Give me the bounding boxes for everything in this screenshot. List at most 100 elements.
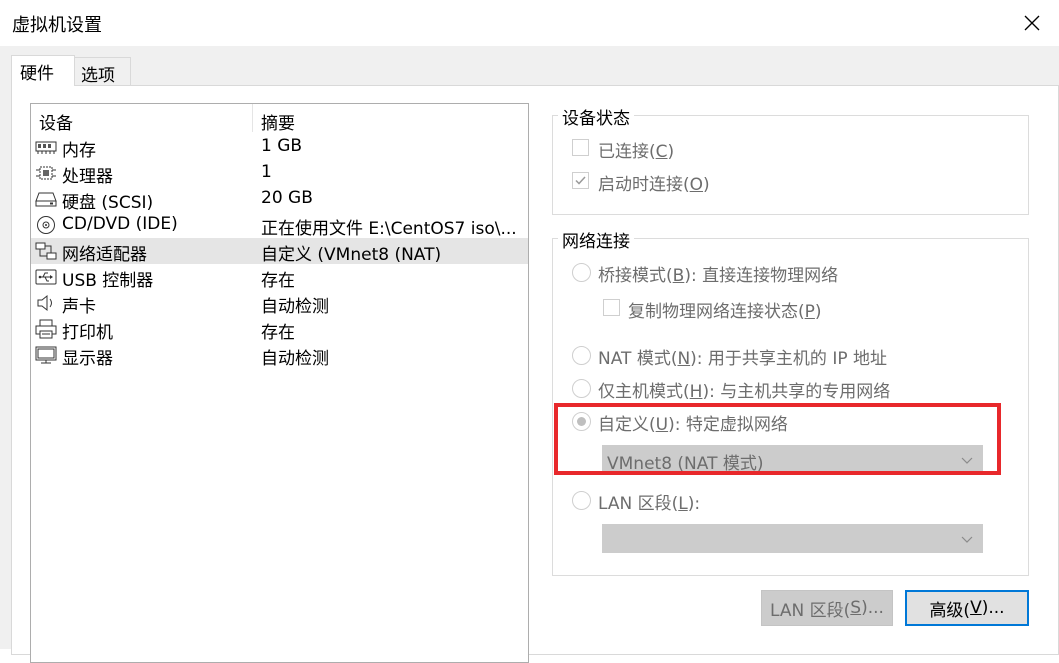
device-summary: 自动检测: [261, 297, 329, 317]
bridged-radio[interactable]: [572, 263, 591, 282]
lan-segment-radio[interactable]: [572, 491, 591, 510]
custom-label[interactable]: 自定义(U): 特定虚拟网络: [598, 410, 788, 435]
button-text: )...: [861, 598, 884, 618]
label-text: 复制物理网络连接状态(: [628, 302, 805, 322]
network-adapter-icon: [35, 242, 57, 260]
device-name: 硬盘 (SCSI): [62, 193, 154, 213]
processor-icon: [36, 166, 56, 180]
hard-disk-icon: [35, 192, 57, 207]
label-text: ): [667, 142, 675, 162]
label-text: LAN 区段(: [598, 494, 679, 514]
device-row-sound-card[interactable]: 声卡 自动检测: [31, 290, 528, 317]
lan-segment-select[interactable]: [602, 524, 983, 553]
label-text: 桥接模式(: [598, 266, 673, 286]
replicate-state-label[interactable]: 复制物理网络连接状态(P): [628, 297, 822, 322]
device-row-memory[interactable]: 内存 1 GB: [31, 134, 528, 161]
column-header-device[interactable]: 设备: [39, 109, 73, 134]
memory-icon: [35, 141, 57, 154]
label-text: 仅主机模式(: [598, 382, 690, 402]
usb-icon: [35, 269, 57, 285]
access-key: V: [970, 598, 982, 618]
tab-hardware[interactable]: 硬件: [11, 55, 75, 86]
display-icon: [35, 346, 57, 364]
replicate-state-checkbox[interactable]: [603, 299, 620, 316]
device-list[interactable]: 设备 摘要 内存 1 GB 处理器 1 硬盘 (SCSI) 20 GB CD/D…: [30, 103, 529, 663]
advanced-button[interactable]: 高级(V)...: [905, 590, 1029, 626]
device-name: 显示器: [62, 349, 113, 369]
access-key: O: [689, 175, 704, 195]
device-summary: 自动检测: [261, 349, 329, 369]
custom-network-select[interactable]: VMnet8 (NAT 模式): [602, 445, 983, 474]
connect-at-power-on-checkbox[interactable]: [572, 172, 589, 189]
lan-segment-label[interactable]: LAN 区段(L):: [598, 489, 700, 514]
label-text: 已连接(: [598, 142, 656, 162]
access-key: L: [678, 494, 688, 514]
label-text: 自定义(: [598, 415, 656, 435]
nat-label[interactable]: NAT 模式(N): 用于共享主机的 IP 地址: [598, 344, 887, 369]
access-key: U: [655, 415, 669, 435]
device-name: CD/DVD (IDE): [62, 214, 178, 234]
device-list-header: 设备 摘要: [31, 104, 528, 134]
device-name: 内存: [62, 141, 96, 161]
device-row-printer[interactable]: 打印机 存在: [31, 316, 528, 343]
column-divider[interactable]: [252, 104, 253, 132]
label-text: ): 用于共享主机的 IP 地址: [690, 349, 888, 369]
close-button[interactable]: [1014, 6, 1050, 40]
device-name: USB 控制器: [62, 271, 154, 291]
access-key: C: [655, 142, 668, 162]
nat-radio[interactable]: [572, 346, 591, 365]
column-header-summary[interactable]: 摘要: [261, 109, 295, 134]
host-only-radio[interactable]: [572, 379, 591, 398]
chevron-down-icon: [961, 536, 973, 543]
connected-label[interactable]: 已连接(C): [598, 137, 674, 162]
device-name: 处理器: [62, 167, 113, 187]
device-summary: 1 GB: [261, 136, 303, 156]
button-text: )...: [981, 598, 1005, 618]
lan-segments-button[interactable]: LAN 区段(S)...: [761, 590, 893, 626]
device-summary: 存在: [261, 323, 295, 343]
connected-checkbox[interactable]: [572, 139, 589, 156]
custom-network-value: VMnet8 (NAT 模式): [607, 454, 764, 474]
label-text: 启动时连接(: [598, 175, 690, 195]
access-key: B: [672, 266, 685, 286]
access-key: S: [850, 598, 862, 618]
device-row-processor[interactable]: 处理器 1: [31, 160, 528, 187]
access-key: N: [677, 349, 691, 369]
checkmark-icon: [575, 176, 586, 185]
device-summary: 20 GB: [261, 188, 313, 208]
device-status-title: 设备状态: [558, 104, 634, 129]
close-icon: [1024, 15, 1040, 31]
button-text: LAN 区段(: [770, 600, 851, 621]
chevron-down-icon: [961, 457, 973, 464]
network-connection-title: 网络连接: [558, 227, 634, 252]
device-row-hard-disk[interactable]: 硬盘 (SCSI) 20 GB: [31, 186, 528, 213]
sound-card-icon: [37, 294, 52, 312]
label-text: ): [703, 175, 710, 195]
label-text: ): 直接连接物理网络: [684, 266, 839, 286]
label-text: ): [814, 302, 822, 322]
cd-dvd-icon: [37, 216, 55, 234]
device-name: 声卡: [62, 297, 96, 317]
label-text: ): 与主机共享的专用网络: [702, 382, 891, 402]
device-row-cd-dvd[interactable]: CD/DVD (IDE) 正在使用文件 E:\CentOS7 iso\...: [31, 212, 528, 239]
label-text: ):: [687, 494, 701, 514]
device-summary: 自定义 (VMnet8 (NAT): [261, 245, 442, 265]
connect-at-power-on-label[interactable]: 启动时连接(O): [598, 170, 710, 195]
device-row-usb-controller[interactable]: USB 控制器 存在: [31, 264, 528, 291]
device-name: 网络适配器: [62, 245, 147, 265]
custom-radio[interactable]: [572, 412, 591, 431]
window-title: 虚拟机设置: [12, 15, 102, 36]
bridged-label[interactable]: 桥接模式(B): 直接连接物理网络: [598, 261, 838, 286]
access-key: P: [804, 302, 815, 322]
device-summary: 存在: [261, 271, 295, 291]
device-summary: 1: [261, 162, 272, 182]
device-row-display[interactable]: 显示器 自动检测: [31, 342, 528, 369]
label-text: NAT 模式(: [598, 349, 678, 369]
label-text: ): 特定虚拟网络: [668, 415, 788, 435]
device-status-group: [552, 115, 1029, 215]
host-only-label[interactable]: 仅主机模式(H): 与主机共享的专用网络: [598, 377, 890, 402]
tab-options[interactable]: 选项: [74, 57, 131, 86]
device-summary: 正在使用文件 E:\CentOS7 iso\...: [261, 219, 517, 239]
title-bar: 虚拟机设置: [0, 0, 1059, 46]
device-row-network-adapter[interactable]: 网络适配器 自定义 (VMnet8 (NAT): [31, 238, 528, 265]
